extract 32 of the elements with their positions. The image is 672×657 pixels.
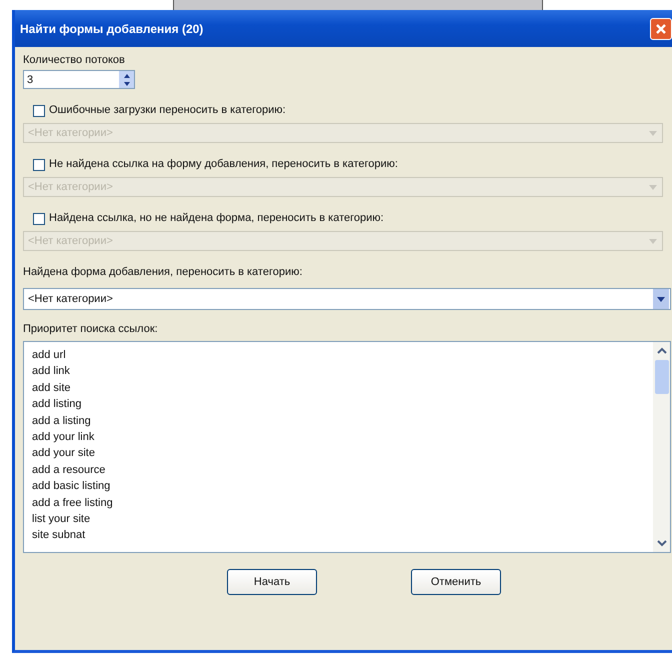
checkbox-label: Не найдена ссылка на форму добавления, переносить в категорию: [49,158,398,170]
checkbox[interactable] [33,105,45,117]
window-title: Найти формы добавления (20) [20,22,204,36]
start-button[interactable]: Начать [227,569,317,595]
checkbox[interactable] [33,159,45,171]
field-label: Количество потоков [23,53,125,67]
scrollbar[interactable] [653,342,670,552]
list-item[interactable]: add link [32,363,70,380]
spin-arrows-icon[interactable] [119,71,134,88]
list-item[interactable]: add site [32,380,71,396]
list-item[interactable]: add listing [32,396,82,413]
list-item[interactable]: site subnat [32,527,86,544]
close-icon [655,22,667,34]
scroll-thumb[interactable] [654,360,668,394]
field-label: Приоритет поиска ссылок: [23,322,158,336]
checkbox-label: Ошибочные загрузки переносить в категорию: [49,104,286,116]
list-item[interactable]: add basic listing [32,478,110,495]
checkbox-label: Найдена ссылка, но не найдена форма, переносить в категорию: [49,212,384,224]
list-item[interactable]: add your link [32,429,94,446]
list-item[interactable]: add a listing [32,412,91,430]
list-item[interactable]: list your site [32,511,90,528]
category-dropdown[interactable]: <Нет категории> [23,288,671,310]
list-item[interactable]: add your site [32,445,95,462]
checkbox[interactable] [33,213,45,225]
close-button[interactable] [650,18,672,40]
list-item[interactable]: add a free listing [32,494,113,512]
priority-list[interactable]: add url add link add site add listing add a listing add your link add your site add a resource add basic listing add a free listing list your site site subnat [23,341,671,553]
list-item[interactable]: add url [32,347,66,364]
cancel-button[interactable]: Отменить [411,569,501,595]
list-item[interactable]: add a resource [32,462,106,478]
field-label: Найдена форма добавления, переносить в категорию: [23,265,302,279]
spin-field[interactable]: 3 [23,70,135,89]
